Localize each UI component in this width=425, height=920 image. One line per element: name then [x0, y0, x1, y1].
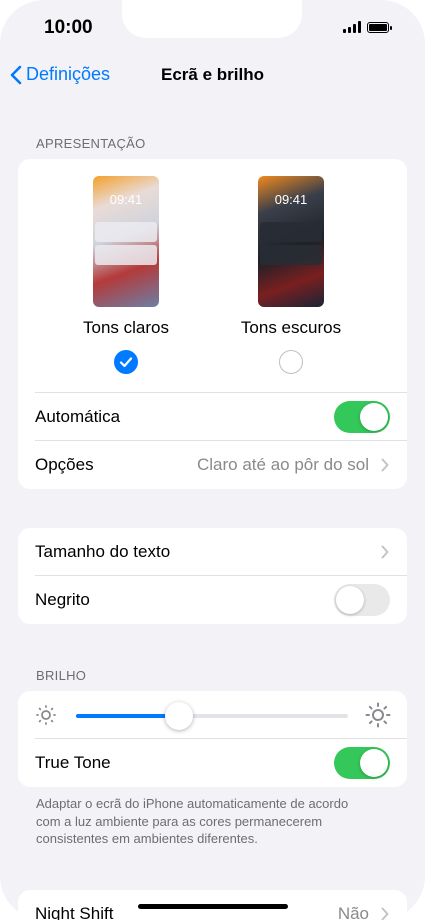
- light-appearance-label[interactable]: Tons claros: [56, 318, 196, 338]
- bold-text-row: Negrito: [18, 576, 407, 624]
- navigation-bar: Definições Ecrã e brilho: [0, 60, 425, 92]
- automatic-row: Automática: [18, 393, 407, 441]
- night-shift-value: Não: [337, 904, 369, 920]
- light-preview-bar: [95, 245, 157, 265]
- sun-small-icon: [36, 705, 56, 725]
- brightness-section-header: BRILHO: [36, 668, 87, 683]
- options-row[interactable]: Opções Claro até ao pôr do sol: [18, 441, 407, 489]
- true-tone-label: True Tone: [35, 753, 111, 772]
- text-card: Tamanho do texto Negrito: [18, 528, 407, 624]
- toggle-knob: [360, 403, 388, 431]
- options-value: Claro até ao pôr do sol: [197, 455, 369, 474]
- appearance-section-header: APRESENTAÇÃO: [36, 136, 146, 151]
- page-title: Ecrã e brilho: [161, 65, 264, 84]
- chevron-right-icon: [381, 545, 389, 559]
- text-size-row[interactable]: Tamanho do texto: [18, 528, 407, 576]
- bold-text-toggle[interactable]: [334, 584, 390, 616]
- night-shift-label: Night Shift: [35, 904, 114, 920]
- light-appearance-preview[interactable]: 09:41: [93, 176, 159, 307]
- true-tone-row: True Tone: [18, 739, 407, 787]
- toggle-knob: [336, 586, 364, 614]
- notch: [122, 0, 302, 38]
- status-time: 10:00: [44, 17, 93, 38]
- brightness-slider[interactable]: [76, 702, 348, 730]
- automatic-toggle[interactable]: [334, 401, 390, 433]
- sun-large-icon: [365, 702, 391, 728]
- options-label: Opções: [35, 455, 94, 474]
- bold-text-label: Negrito: [35, 590, 90, 609]
- light-appearance-radio[interactable]: [114, 350, 138, 374]
- brightness-slider-thumb[interactable]: [165, 702, 194, 730]
- dark-preview-bar: [260, 245, 322, 265]
- status-icons: [343, 21, 392, 33]
- dark-appearance-radio[interactable]: [279, 350, 303, 374]
- dark-appearance-label[interactable]: Tons escuros: [221, 318, 361, 338]
- light-preview-bar: [95, 222, 157, 242]
- brightness-slider-fill: [76, 714, 180, 718]
- appearance-card: 09:41 09:41 Tons claros Tons escuros Aut…: [18, 159, 407, 489]
- settings-screen: 10:00 Definições Ecrã e brilho APRESENTA…: [0, 0, 425, 920]
- home-indicator[interactable]: [138, 904, 288, 909]
- chevron-right-icon: [381, 907, 389, 920]
- brightness-card: True Tone: [18, 691, 407, 787]
- dark-preview-time: 09:41: [274, 192, 308, 207]
- checkmark-icon: [119, 357, 133, 368]
- dark-preview-bar: [260, 222, 322, 242]
- signal-icon: [343, 21, 361, 33]
- dark-appearance-preview[interactable]: 09:41: [258, 176, 324, 307]
- chevron-right-icon: [381, 458, 389, 472]
- automatic-label: Automática: [35, 407, 121, 426]
- true-tone-toggle[interactable]: [334, 747, 390, 779]
- toggle-knob: [360, 749, 388, 777]
- true-tone-footnote: Adaptar o ecrã do iPhone automaticamente…: [36, 796, 349, 846]
- text-size-label: Tamanho do texto: [35, 542, 171, 561]
- light-preview-time: 09:41: [109, 192, 143, 207]
- battery-icon: [367, 22, 392, 33]
